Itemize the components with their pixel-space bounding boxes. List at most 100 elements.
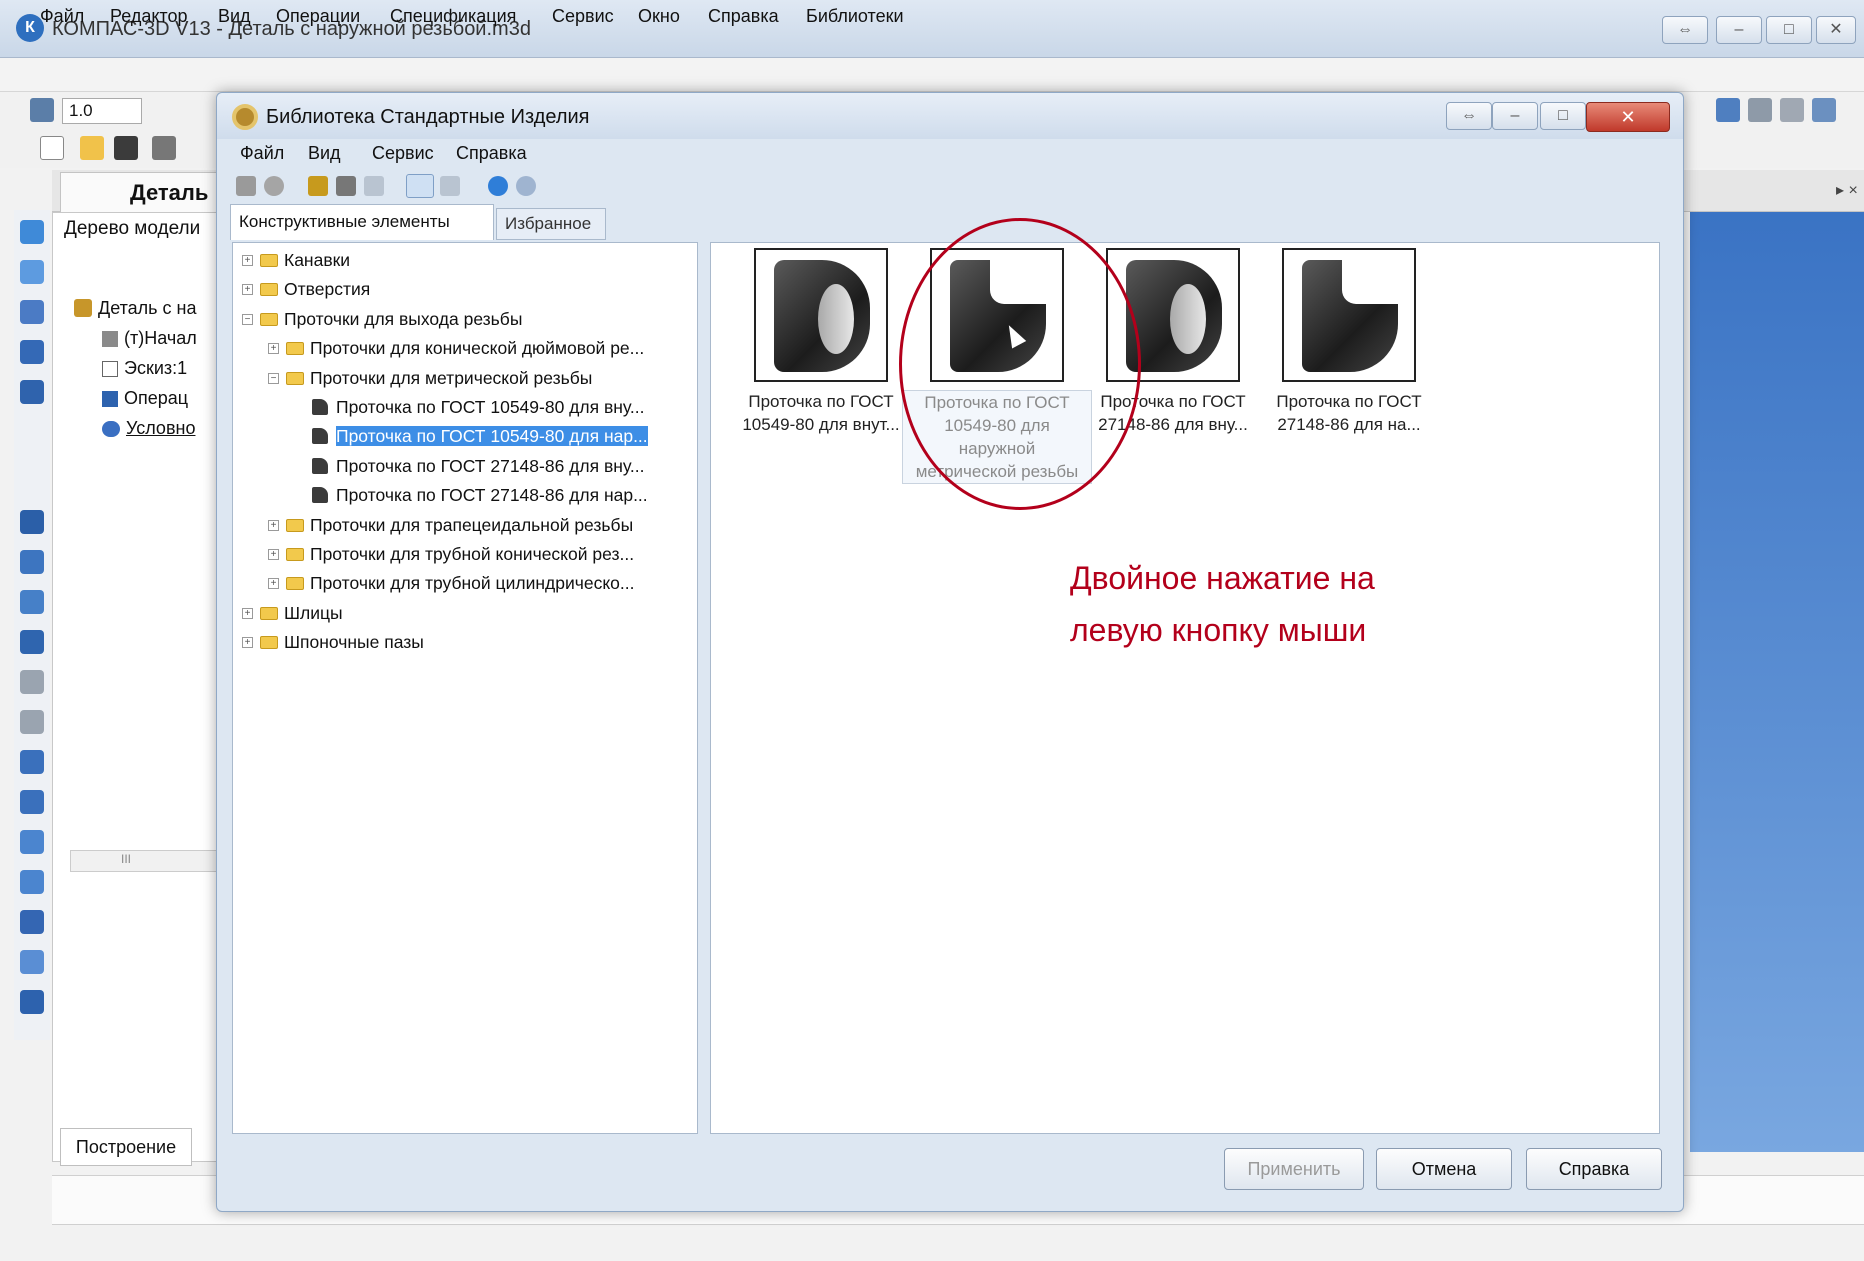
tree-folder-item[interactable]: − Проточки для выхода резьбы [232,305,698,334]
tree-folder-item[interactable]: + Шлицы [232,599,698,628]
thumbnail-caption[interactable]: Проточка по ГОСТ 10549-80 для внут... [726,390,916,436]
kinematic-icon[interactable] [20,590,44,614]
app-minimize-button[interactable]: – [1716,16,1762,44]
hole-icon[interactable] [20,710,44,734]
expand-icon[interactable]: + [242,607,253,619]
build-tab[interactable]: Построение [60,1128,192,1166]
dialog-menu-help[interactable]: Справка [456,143,527,164]
grid-snap-icon[interactable] [30,98,54,122]
menu-libraries[interactable]: Библиотеки [806,6,904,27]
window-icon[interactable] [1812,98,1836,122]
save-icon[interactable] [114,136,138,160]
thread-icon[interactable] [20,990,44,1014]
view-details-icon[interactable] [406,174,434,198]
expand-icon[interactable]: + [268,519,279,531]
dialog-db-icon[interactable] [264,176,284,196]
menu-help[interactable]: Справка [708,6,779,27]
cancel-button[interactable]: Отмена [1376,1148,1512,1190]
collapse-icon[interactable]: − [268,372,279,384]
extrude-icon[interactable] [20,510,44,534]
apply-button[interactable]: Применить [1224,1148,1364,1190]
designations-icon[interactable] [20,300,44,324]
edit-icon[interactable] [20,340,44,364]
expand-icon[interactable]: + [242,284,253,296]
tree-folder-item[interactable]: + Проточки для конической дюймовой ре... [232,334,698,363]
tree-folder-item[interactable]: + Проточки для трубной конической рез... [232,540,698,569]
document-tab-close-button[interactable]: ▸ × [1836,180,1858,200]
dialog-window-icon[interactable] [364,176,384,196]
help-button[interactable]: Справка [1526,1148,1662,1190]
array-icon[interactable] [20,910,44,934]
expand-icon[interactable]: + [268,549,279,560]
tree-folder-item[interactable]: + Отверстия [232,275,698,304]
chamfer-icon[interactable] [20,790,44,814]
model-tree-thread[interactable]: Условно [102,418,222,439]
dialog-restore-button[interactable]: ⇔ [1446,102,1492,130]
model-tree-sketch[interactable]: Эскиз:1 [102,358,222,379]
table-icon[interactable] [1780,98,1804,122]
thumbnail-image[interactable] [1282,248,1416,382]
loft-icon[interactable] [20,630,44,654]
tree-part-item[interactable]: Проточка по ГОСТ 27148-86 для нар... [232,481,698,510]
binoculars-icon[interactable] [336,176,356,196]
print-icon[interactable] [152,136,176,160]
expand-icon[interactable]: + [242,255,253,266]
info-icon[interactable] [516,176,536,196]
menu-view[interactable]: Вид [218,6,251,27]
mirror-icon[interactable] [20,950,44,974]
model-tree-scrollbar[interactable]: III [70,850,220,872]
rotate-icon[interactable] [20,550,44,574]
thumbnail-image[interactable] [754,248,888,382]
tab-structural-elements[interactable]: Конструктивные элементы [230,204,494,240]
dialog-menu-file[interactable]: Файл [240,143,284,164]
fillet-icon[interactable] [20,750,44,774]
parametrization-icon[interactable] [20,380,44,404]
app-maximize-button[interactable]: □ [1766,16,1812,44]
cut-icon[interactable] [20,670,44,694]
view-list-icon[interactable] [440,176,460,196]
dialog-menu-service[interactable]: Сервис [372,143,434,164]
dialog-folder-icon[interactable] [236,176,256,196]
tree-folder-item[interactable]: + Шпоночные пазы [232,628,698,657]
model-tree-root[interactable]: Деталь с на [74,298,222,319]
restore-icon[interactable]: ⇔ [1662,16,1708,44]
menu-operations[interactable]: Операции [276,6,360,27]
new-file-icon[interactable] [40,136,64,160]
tree-folder-item[interactable]: − Проточки для метрической резьбы [232,364,698,393]
open-file-icon[interactable] [80,136,104,160]
shell-icon[interactable] [20,870,44,894]
dialog-minimize-button[interactable]: – [1492,102,1538,130]
tree-folder-item[interactable]: + Проточки для трапецеидальной резьбы [232,511,698,540]
rib-icon[interactable] [20,830,44,854]
menu-editor[interactable]: Редактор [110,6,187,27]
menu-service[interactable]: Сервис [552,6,614,27]
expand-icon[interactable]: + [242,637,253,649]
menu-file[interactable]: Файл [40,6,84,27]
dimensions-icon[interactable] [20,260,44,284]
help-icon[interactable] [488,176,508,196]
dialog-pin-icon[interactable] [308,176,328,196]
app-close-button[interactable]: ✕ [1816,16,1856,44]
tab-favorites[interactable]: Избранное [496,208,606,240]
dialog-menu-view[interactable]: Вид [308,143,341,164]
expand-icon[interactable]: + [268,578,279,590]
tree-folder-item[interactable]: + Проточки для трубной цилиндрическо... [232,569,698,598]
thumbnail-caption[interactable]: Проточка по ГОСТ 27148-86 для на... [1254,390,1444,436]
menu-specification[interactable]: Спецификация [390,6,516,27]
layers-icon[interactable] [1748,98,1772,122]
collapse-icon[interactable]: − [242,313,253,325]
zoom-step-input[interactable]: 1.0 [62,98,142,124]
dialog-maximize-button[interactable]: □ [1540,102,1586,130]
tree-part-item[interactable]: Проточка по ГОСТ 10549-80 для нар... [232,422,698,451]
3d-viewport[interactable] [1690,212,1864,1152]
tree-folder-item[interactable]: + Канавки [232,246,698,275]
dialog-close-button[interactable]: ✕ [1586,102,1670,132]
menu-window[interactable]: Окно [638,6,680,27]
view-orient-icon[interactable] [1716,98,1740,122]
geometry-icon[interactable] [20,220,44,244]
model-tree-origin[interactable]: (т)Начал [102,328,222,349]
tree-part-item[interactable]: Проточка по ГОСТ 10549-80 для вну... [232,393,698,422]
model-tree-operation[interactable]: Операц [102,388,222,409]
tree-part-item[interactable]: Проточка по ГОСТ 27148-86 для вну... [232,452,698,481]
expand-icon[interactable]: + [268,343,279,355]
